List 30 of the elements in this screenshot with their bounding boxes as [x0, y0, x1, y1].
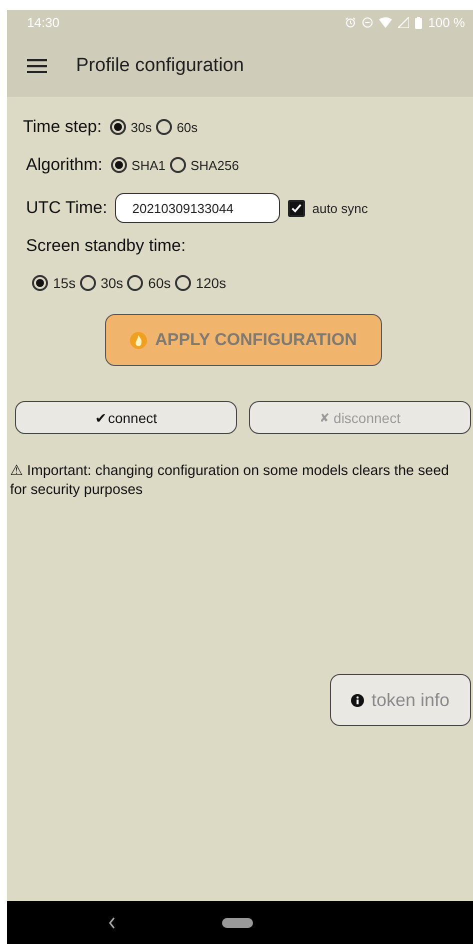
warning-text: ⚠ Important: changing configuration on some models clears the seed for security purposes	[10, 462, 450, 500]
auto-sync-checkbox[interactable]	[288, 200, 306, 216]
alarm-icon	[345, 17, 356, 28]
radio-option[interactable]: SHA1	[110, 157, 166, 173]
status-time: 14:30	[27, 15, 60, 30]
do-not-disturb-icon	[362, 17, 374, 28]
algorithm-label: Algorithm:	[26, 155, 103, 175]
wifi-icon	[379, 17, 392, 28]
auto-sync-label: auto sync	[312, 200, 368, 216]
radio-option[interactable]: SHA256	[170, 157, 239, 173]
utc-time-field[interactable]: 20210309133044	[115, 193, 280, 223]
app-title: Profile configuration	[76, 55, 244, 77]
radio-option[interactable]: 15s	[32, 275, 76, 291]
standby-label: Screen standby time:	[26, 236, 186, 256]
utc-time-label: UTC Time:	[26, 198, 108, 218]
back-icon[interactable]	[108, 916, 116, 928]
radio-option[interactable]: 60s	[156, 119, 198, 135]
time-step-label: Time step:	[23, 117, 102, 137]
signal-icon	[398, 17, 410, 28]
radio-option[interactable]: 30s	[80, 275, 124, 291]
info-icon	[351, 694, 364, 706]
home-handle[interactable]	[222, 918, 253, 928]
radio-option[interactable]: 60s	[127, 275, 171, 291]
battery-icon	[415, 16, 422, 28]
flame-icon	[130, 332, 148, 348]
radio-option[interactable]: 30s	[110, 119, 152, 135]
menu-icon[interactable]	[27, 59, 47, 73]
connection-button[interactable]: ✔connect	[15, 401, 237, 434]
battery-percent: 100 %	[428, 15, 465, 30]
radio-option[interactable]: 120s	[174, 275, 226, 291]
